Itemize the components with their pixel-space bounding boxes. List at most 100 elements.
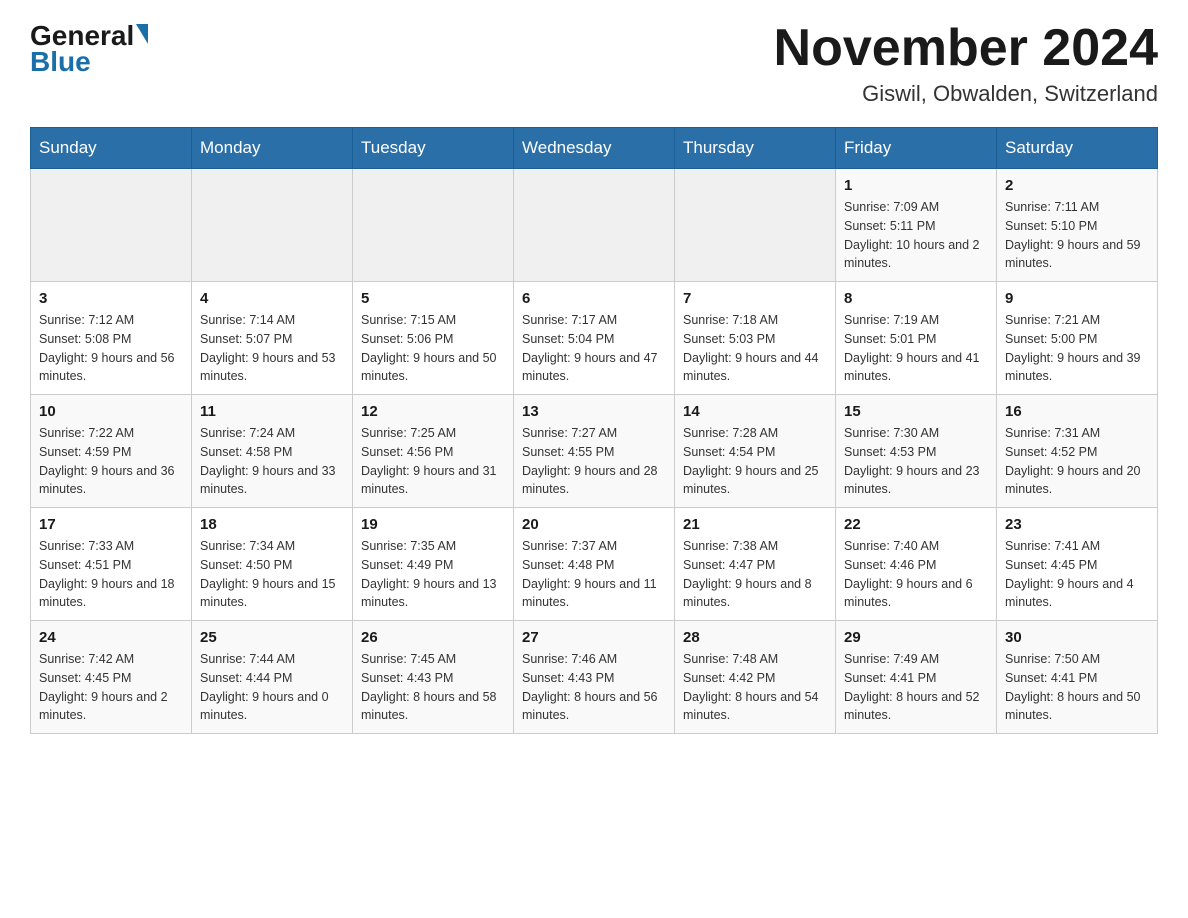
- day-info: Sunrise: 7:38 AMSunset: 4:47 PMDaylight:…: [683, 537, 827, 612]
- day-info: Sunrise: 7:25 AMSunset: 4:56 PMDaylight:…: [361, 424, 505, 499]
- calendar-day-cell: 8 Sunrise: 7:19 AMSunset: 5:01 PMDaylight…: [836, 282, 997, 395]
- calendar-day-cell: 11Sunrise: 7:24 AMSunset: 4:58 PMDayligh…: [192, 395, 353, 508]
- calendar-day-header: Sunday: [31, 128, 192, 169]
- day-info: Sunrise: 7:49 AMSunset: 4:41 PMDaylight:…: [844, 650, 988, 725]
- calendar-day-cell: 22 Sunrise: 7:40 AMSunset: 4:46 PMDayligh…: [836, 508, 997, 621]
- calendar-day-cell: 13 Sunrise: 7:27 AMSunset: 4:55 PMDayligh…: [514, 395, 675, 508]
- calendar-day-cell: 1 Sunrise: 7:09 AMSunset: 5:11 PMDaylight…: [836, 169, 997, 282]
- day-number: 30: [1005, 629, 1149, 646]
- day-info: Sunrise: 7:45 AMSunset: 4:43 PMDaylight:…: [361, 650, 505, 725]
- day-number: 29: [844, 629, 988, 646]
- day-info: Sunrise: 7:21 AMSunset: 5:00 PMDaylight:…: [1005, 311, 1149, 386]
- calendar-day-cell: 18 Sunrise: 7:34 AMSunset: 4:50 PMDayligh…: [192, 508, 353, 621]
- day-number: 1: [844, 177, 988, 194]
- day-number: 7: [683, 290, 827, 307]
- day-number: 8: [844, 290, 988, 307]
- calendar-day-cell: [31, 169, 192, 282]
- day-info: Sunrise: 7:12 AMSunset: 5:08 PMDaylight:…: [39, 311, 183, 386]
- day-info: Sunrise: 7:30 AMSunset: 4:53 PMDaylight:…: [844, 424, 988, 499]
- day-number: 17: [39, 516, 183, 533]
- calendar-week-row: 3Sunrise: 7:12 AMSunset: 5:08 PMDaylight…: [31, 282, 1158, 395]
- day-info: Sunrise: 7:41 AMSunset: 4:45 PMDaylight:…: [1005, 537, 1149, 612]
- calendar-location: Giswil, Obwalden, Switzerland: [774, 81, 1158, 107]
- day-info: Sunrise: 7:31 AMSunset: 4:52 PMDaylight:…: [1005, 424, 1149, 499]
- day-number: 28: [683, 629, 827, 646]
- day-info: Sunrise: 7:09 AMSunset: 5:11 PMDaylight:…: [844, 198, 988, 273]
- day-info: Sunrise: 7:40 AMSunset: 4:46 PMDaylight:…: [844, 537, 988, 612]
- calendar-day-cell: 21 Sunrise: 7:38 AMSunset: 4:47 PMDayligh…: [675, 508, 836, 621]
- day-number: 14: [683, 403, 827, 420]
- day-info: Sunrise: 7:44 AMSunset: 4:44 PMDaylight:…: [200, 650, 344, 725]
- calendar-day-cell: [675, 169, 836, 282]
- logo: General Blue: [30, 20, 148, 78]
- day-info: Sunrise: 7:22 AMSunset: 4:59 PMDaylight:…: [39, 424, 183, 499]
- calendar-day-cell: 10 Sunrise: 7:22 AMSunset: 4:59 PMDayligh…: [31, 395, 192, 508]
- day-info: Sunrise: 7:27 AMSunset: 4:55 PMDaylight:…: [522, 424, 666, 499]
- calendar-day-cell: 27 Sunrise: 7:46 AMSunset: 4:43 PMDayligh…: [514, 621, 675, 734]
- day-number: 13: [522, 403, 666, 420]
- day-info: Sunrise: 7:33 AMSunset: 4:51 PMDaylight:…: [39, 537, 183, 612]
- calendar-day-cell: 15 Sunrise: 7:30 AMSunset: 4:53 PMDayligh…: [836, 395, 997, 508]
- day-number: 2: [1005, 177, 1149, 194]
- day-number: 20: [522, 516, 666, 533]
- day-info: Sunrise: 7:15 AMSunset: 5:06 PMDaylight:…: [361, 311, 505, 386]
- day-info: Sunrise: 7:37 AMSunset: 4:48 PMDaylight:…: [522, 537, 666, 612]
- calendar-day-cell: [192, 169, 353, 282]
- calendar-day-cell: 24 Sunrise: 7:42 AMSunset: 4:45 PMDayligh…: [31, 621, 192, 734]
- day-number: 16: [1005, 403, 1149, 420]
- calendar-week-row: 17 Sunrise: 7:33 AMSunset: 4:51 PMDayligh…: [31, 508, 1158, 621]
- day-info: Sunrise: 7:17 AMSunset: 5:04 PMDaylight:…: [522, 311, 666, 386]
- logo-blue-label: Blue: [30, 46, 91, 78]
- calendar-body: 1 Sunrise: 7:09 AMSunset: 5:11 PMDaylight…: [31, 169, 1158, 734]
- calendar-day-cell: 29 Sunrise: 7:49 AMSunset: 4:41 PMDayligh…: [836, 621, 997, 734]
- calendar-day-cell: 3Sunrise: 7:12 AMSunset: 5:08 PMDaylight…: [31, 282, 192, 395]
- calendar-header-row: SundayMondayTuesdayWednesdayThursdayFrid…: [31, 128, 1158, 169]
- day-info: Sunrise: 7:42 AMSunset: 4:45 PMDaylight:…: [39, 650, 183, 725]
- day-number: 21: [683, 516, 827, 533]
- calendar-day-cell: 14 Sunrise: 7:28 AMSunset: 4:54 PMDayligh…: [675, 395, 836, 508]
- day-number: 24: [39, 629, 183, 646]
- day-number: 19: [361, 516, 505, 533]
- calendar-day-cell: 5 Sunrise: 7:15 AMSunset: 5:06 PMDaylight…: [353, 282, 514, 395]
- calendar-day-header: Wednesday: [514, 128, 675, 169]
- day-number: 15: [844, 403, 988, 420]
- calendar-day-cell: [514, 169, 675, 282]
- calendar-day-cell: 16 Sunrise: 7:31 AMSunset: 4:52 PMDayligh…: [997, 395, 1158, 508]
- calendar-month-title: November 2024: [774, 20, 1158, 77]
- day-number: 11: [200, 403, 344, 420]
- day-number: 4: [200, 290, 344, 307]
- calendar-day-cell: 30Sunrise: 7:50 AMSunset: 4:41 PMDayligh…: [997, 621, 1158, 734]
- day-info: Sunrise: 7:46 AMSunset: 4:43 PMDaylight:…: [522, 650, 666, 725]
- day-number: 18: [200, 516, 344, 533]
- calendar-day-cell: 9 Sunrise: 7:21 AMSunset: 5:00 PMDaylight…: [997, 282, 1158, 395]
- day-info: Sunrise: 7:11 AMSunset: 5:10 PMDaylight:…: [1005, 198, 1149, 273]
- day-number: 27: [522, 629, 666, 646]
- day-info: Sunrise: 7:34 AMSunset: 4:50 PMDaylight:…: [200, 537, 344, 612]
- calendar-title-area: November 2024 Giswil, Obwalden, Switzerl…: [774, 20, 1158, 107]
- day-number: 6: [522, 290, 666, 307]
- calendar-day-cell: 17 Sunrise: 7:33 AMSunset: 4:51 PMDayligh…: [31, 508, 192, 621]
- calendar-day-cell: 28Sunrise: 7:48 AMSunset: 4:42 PMDayligh…: [675, 621, 836, 734]
- day-info: Sunrise: 7:28 AMSunset: 4:54 PMDaylight:…: [683, 424, 827, 499]
- calendar-day-cell: 19 Sunrise: 7:35 AMSunset: 4:49 PMDayligh…: [353, 508, 514, 621]
- calendar-day-cell: 6 Sunrise: 7:17 AMSunset: 5:04 PMDaylight…: [514, 282, 675, 395]
- calendar-day-cell: 4Sunrise: 7:14 AMSunset: 5:07 PMDaylight…: [192, 282, 353, 395]
- day-number: 10: [39, 403, 183, 420]
- calendar-table: SundayMondayTuesdayWednesdayThursdayFrid…: [30, 127, 1158, 734]
- calendar-day-header: Tuesday: [353, 128, 514, 169]
- day-info: Sunrise: 7:35 AMSunset: 4:49 PMDaylight:…: [361, 537, 505, 612]
- calendar-header: SundayMondayTuesdayWednesdayThursdayFrid…: [31, 128, 1158, 169]
- calendar-day-cell: 23Sunrise: 7:41 AMSunset: 4:45 PMDayligh…: [997, 508, 1158, 621]
- day-number: 9: [1005, 290, 1149, 307]
- day-info: Sunrise: 7:19 AMSunset: 5:01 PMDaylight:…: [844, 311, 988, 386]
- calendar-day-cell: 2 Sunrise: 7:11 AMSunset: 5:10 PMDaylight…: [997, 169, 1158, 282]
- calendar-day-cell: 25Sunrise: 7:44 AMSunset: 4:44 PMDayligh…: [192, 621, 353, 734]
- calendar-week-row: 24 Sunrise: 7:42 AMSunset: 4:45 PMDayligh…: [31, 621, 1158, 734]
- day-number: 5: [361, 290, 505, 307]
- day-number: 12: [361, 403, 505, 420]
- calendar-day-header: Thursday: [675, 128, 836, 169]
- day-number: 26: [361, 629, 505, 646]
- day-number: 22: [844, 516, 988, 533]
- calendar-day-cell: 7Sunrise: 7:18 AMSunset: 5:03 PMDaylight…: [675, 282, 836, 395]
- calendar-week-row: 1 Sunrise: 7:09 AMSunset: 5:11 PMDaylight…: [31, 169, 1158, 282]
